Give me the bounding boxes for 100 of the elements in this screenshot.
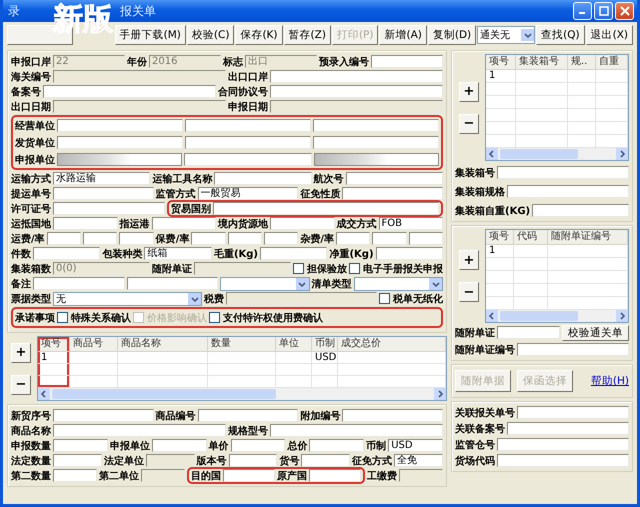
input-field[interactable]	[532, 204, 629, 217]
input-field[interactable]	[33, 247, 100, 260]
dropdown-field[interactable]	[220, 276, 310, 290]
add-row-button[interactable]: +	[459, 82, 479, 102]
input-field[interactable]	[371, 55, 443, 68]
input-field[interactable]	[33, 277, 124, 290]
checkbox[interactable]: 特殊关系确认	[57, 310, 131, 324]
horizontal-scrollbar[interactable]	[486, 148, 628, 160]
input-field[interactable]	[270, 424, 443, 437]
remove-row-button[interactable]: −	[11, 374, 31, 394]
toolbar-button[interactable]: 暂存(Z)	[284, 25, 331, 45]
input-field[interactable]	[497, 454, 629, 467]
help-link[interactable]: 帮助(H)	[590, 374, 629, 388]
dropdown-field[interactable]: 无	[53, 292, 202, 306]
input-field[interactable]	[83, 232, 118, 245]
remove-row-button[interactable]: −	[459, 282, 479, 302]
input-field[interactable]	[342, 409, 444, 422]
input-field[interactable]	[517, 343, 629, 356]
input-field[interactable]	[376, 247, 443, 260]
input-field[interactable]	[53, 217, 118, 230]
input-field[interactable]	[57, 119, 183, 132]
input-field[interactable]	[126, 277, 218, 290]
input-field[interactable]	[213, 202, 439, 215]
input-field[interactable]: FOB	[378, 217, 443, 230]
toolbar-button[interactable]: 退出(X)	[586, 25, 633, 45]
input-field[interactable]	[497, 166, 629, 179]
input-field[interactable]	[53, 454, 102, 467]
input-field[interactable]	[191, 232, 226, 245]
close-button[interactable]	[615, 2, 634, 20]
input-field[interactable]: USD	[388, 439, 443, 452]
table-cell: 1	[38, 352, 70, 364]
input-field[interactable]	[53, 439, 108, 452]
toolbar-button[interactable]: 手册下载(M)	[114, 25, 186, 45]
input-field[interactable]	[119, 232, 154, 245]
input-field[interactable]	[408, 232, 444, 245]
input-field[interactable]	[270, 70, 443, 83]
input-field[interactable]	[260, 247, 328, 260]
horizontal-scrollbar[interactable]	[38, 388, 446, 400]
checkbox[interactable]: 担保验放	[293, 262, 347, 276]
input-field[interactable]	[184, 153, 312, 166]
input-field[interactable]	[46, 232, 81, 245]
input-field[interactable]	[53, 424, 226, 437]
input-field[interactable]	[346, 172, 443, 185]
input-field[interactable]	[214, 172, 312, 185]
checkbox[interactable]: 税单无纸化	[379, 292, 443, 306]
input-field[interactable]	[497, 326, 560, 339]
toolbar-button[interactable]: 复制(D)	[428, 25, 476, 45]
input-field[interactable]	[309, 469, 361, 482]
input-field[interactable]	[223, 469, 275, 482]
input-field[interactable]	[313, 136, 439, 149]
input-field[interactable]	[53, 202, 165, 215]
input-field[interactable]	[43, 85, 216, 98]
field-label: 第二数量	[11, 470, 51, 482]
input-field[interactable]	[336, 232, 370, 245]
dropdown-field[interactable]: 通关无	[477, 26, 536, 44]
action-button[interactable]: 校验通关单	[562, 324, 629, 340]
input-field[interactable]	[313, 119, 439, 132]
input-field[interactable]	[53, 409, 154, 422]
input-field[interactable]	[230, 439, 286, 452]
toolbar-button[interactable]: 保存(K)	[235, 25, 283, 45]
input-field[interactable]: 水路运输	[53, 172, 150, 185]
add-row-button[interactable]: +	[11, 342, 31, 362]
toolbar-button[interactable]: 新增(A)	[379, 25, 427, 45]
field-label: 货场代码	[455, 454, 495, 468]
input-field[interactable]	[264, 232, 298, 245]
checkbox[interactable]: 电子手册报关申报	[349, 262, 443, 276]
toolbar-button[interactable]: 校验(C)	[186, 25, 234, 45]
input-field[interactable]	[228, 232, 262, 245]
input-field[interactable]	[507, 422, 629, 435]
toolbar-button[interactable]: 查找(Q)	[536, 25, 585, 45]
input-field[interactable]	[270, 85, 443, 98]
input-field[interactable]	[228, 454, 278, 467]
window-title: 录	[8, 2, 20, 20]
input-field[interactable]	[53, 469, 97, 482]
input-field[interactable]	[270, 217, 334, 230]
input-field[interactable]	[57, 136, 183, 149]
minimize-button[interactable]	[573, 2, 592, 20]
field-label: 海关编号	[11, 70, 51, 84]
horizontal-scrollbar[interactable]	[486, 310, 628, 322]
input-field[interactable]: 一般贸易	[198, 187, 298, 200]
input-field[interactable]	[152, 217, 216, 230]
input-field[interactable]	[372, 232, 407, 245]
input-field[interactable]	[301, 454, 350, 467]
input-field[interactable]	[198, 409, 298, 422]
input-field[interactable]	[342, 187, 444, 200]
checkbox[interactable]: 支付特许权使用费确认	[209, 310, 323, 324]
dropdown-field[interactable]	[354, 276, 443, 290]
input-field[interactable]	[185, 136, 311, 149]
remove-row-button[interactable]: −	[459, 114, 479, 134]
input-field[interactable]: 纸箱	[144, 247, 212, 260]
input-field[interactable]	[185, 119, 311, 132]
add-row-button[interactable]: +	[459, 250, 479, 270]
input-field[interactable]	[517, 406, 629, 419]
input-field[interactable]	[53, 187, 154, 200]
input-field[interactable]	[309, 439, 364, 452]
input-field[interactable]	[152, 439, 207, 452]
input-field[interactable]: 全免	[394, 454, 443, 467]
input-field[interactable]	[507, 185, 629, 198]
input-field[interactable]	[497, 438, 629, 451]
maximize-button[interactable]	[594, 2, 613, 20]
